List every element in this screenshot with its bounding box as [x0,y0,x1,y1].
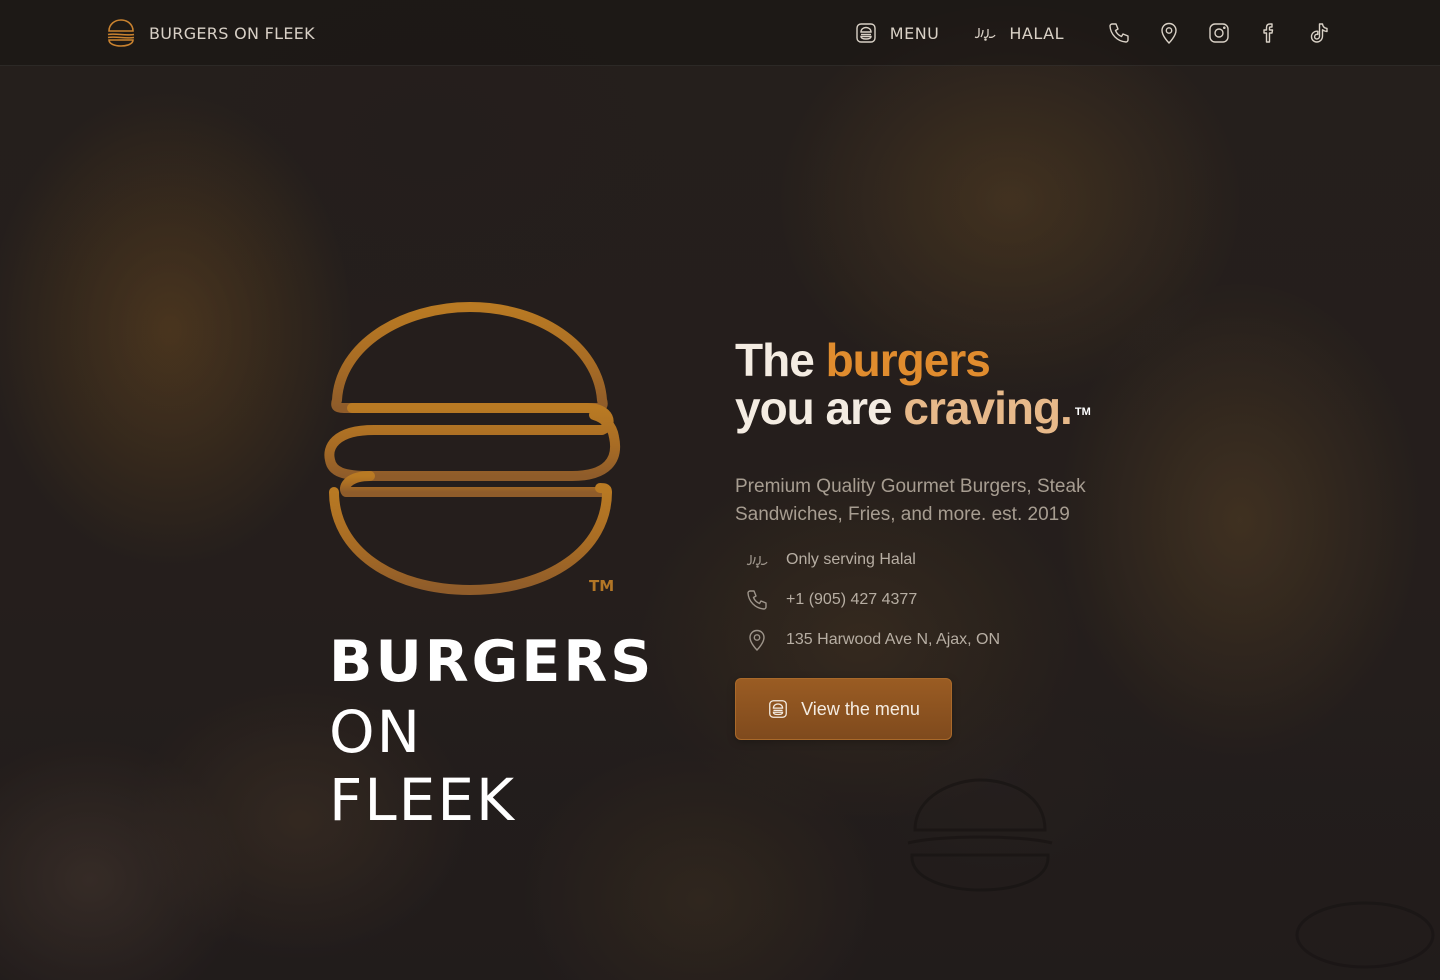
nav-halal-link[interactable]: HALAL [973,21,1064,45]
hero-facts-list: Only serving Halal +1 (905) 427 4377 135… [745,540,1105,660]
instagram-icon [1209,23,1229,43]
nav-location-button[interactable] [1144,18,1194,48]
phone-icon [747,590,767,610]
nav-facebook-button[interactable] [1244,18,1294,48]
tiktok-icon [1310,23,1328,43]
location-pin-icon [1161,22,1177,44]
nav-tiktok-button[interactable] [1294,18,1344,48]
background-dim-overlay [0,0,1440,980]
headline-trademark: TM [1074,406,1091,418]
main-nav: MENU HALAL [854,18,1344,48]
phone-icon [1109,23,1129,43]
fact-phone-text: +1 (905) 427 4377 [786,591,918,608]
nav-menu-label: MENU [889,23,940,43]
halal-icon [746,555,768,568]
top-navigation-bar: BURGERS ON FLEEK MENU HALAL [0,0,1440,66]
menu-burger-icon [856,23,876,43]
view-menu-label: View the menu [801,698,920,719]
halal-icon [975,28,996,41]
view-menu-button[interactable]: View the menu [735,678,952,740]
logo-wordmark-line1: BURGERS [329,629,655,695]
headline-burgers: burgers [825,334,991,386]
menu-burger-icon [769,700,788,718]
nav-halal-label: HALAL [1009,23,1064,43]
fact-address-text: 135 Harwood Ave N, Ajax, ON [786,631,1001,648]
facebook-icon [1263,23,1274,43]
logo-wordmark-line2: ON FLEEK [329,698,517,834]
burger-logo-icon [107,19,135,47]
nav-instagram-button[interactable] [1194,18,1244,48]
brand-home-link[interactable]: BURGERS ON FLEEK [105,17,315,49]
headline-the: The [735,334,815,386]
location-pin-icon [749,629,765,651]
headline-craving: craving. [903,382,1072,434]
logo-trademark: TM [589,577,615,595]
brand-name: BURGERS ON FLEEK [149,23,315,43]
burger-logo-mark [324,302,621,595]
hero-headline: The burgers you are craving. TM [735,336,1155,432]
fact-address[interactable]: 135 Harwood Ave N, Ajax, ON [745,620,1105,660]
nav-menu-link[interactable]: MENU [854,21,940,45]
fact-halal: Only serving Halal [745,540,1105,580]
nav-phone-button[interactable] [1094,18,1144,48]
headline-you-are: you are [735,382,893,434]
fact-phone[interactable]: +1 (905) 427 4377 [745,580,1105,620]
fact-halal-text: Only serving Halal [786,551,916,568]
hero-description: Premium Quality Gourmet Burgers, Steak S… [735,476,1086,525]
